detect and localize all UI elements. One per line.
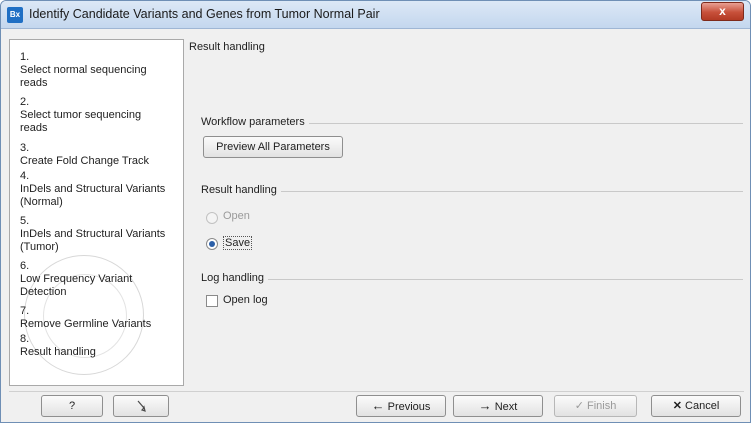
group-label: Workflow parameters xyxy=(201,116,309,128)
x-icon: ✕ xyxy=(672,400,682,412)
step-number: 1. xyxy=(20,51,30,63)
step-item-8-current: 8.Result handling xyxy=(20,333,183,359)
step-number: 3. xyxy=(20,142,30,154)
help-button[interactable]: ? xyxy=(41,395,103,417)
step-item-2: 2.Select tumor sequencing reads xyxy=(20,96,183,135)
step-number: 7. xyxy=(20,305,30,317)
workflow-parameters-group: Workflow parameters Preview All Paramete… xyxy=(201,116,743,173)
app-icon: Bx xyxy=(7,7,23,23)
close-button[interactable]: x xyxy=(701,2,744,21)
step-number: 5. xyxy=(20,215,30,227)
next-label: Next xyxy=(494,401,518,413)
step-label: InDels and Structural Variants (Tumor) xyxy=(20,228,166,253)
step-number: 4. xyxy=(20,170,30,182)
title-bar[interactable]: Bx Identify Candidate Variants and Genes… xyxy=(1,1,750,29)
step-label: Low Frequency Variant Detection xyxy=(20,273,133,298)
finish-button[interactable]: ✓ Finish xyxy=(554,395,637,417)
wizard-dialog: Bx Identify Candidate Variants and Genes… xyxy=(0,0,751,423)
step-number: 8. xyxy=(20,333,30,345)
finish-label: Finish xyxy=(586,400,617,412)
step-label: Create Fold Change Track xyxy=(20,155,150,167)
step-label: Select tumor sequencing reads xyxy=(20,109,142,134)
checkmark-icon: ✓ xyxy=(574,400,584,412)
preview-all-parameters-button[interactable]: Preview All Parameters xyxy=(203,136,343,158)
window-title: Identify Candidate Variants and Genes fr… xyxy=(29,7,380,21)
step-item-7: 7.Remove Germline Variants xyxy=(20,305,183,331)
arrow-left-icon: ← xyxy=(371,398,385,413)
page-title: Result handling xyxy=(189,41,265,53)
save-radio-label: Save xyxy=(223,236,253,250)
log-handling-group: Log handling Open log xyxy=(201,272,743,329)
next-button[interactable]: → Next xyxy=(453,395,543,417)
open-log-checkbox[interactable] xyxy=(206,295,218,307)
arrow-right-icon: → xyxy=(478,398,492,413)
step-label: Remove Germline Variants xyxy=(20,318,152,330)
reset-button[interactable] xyxy=(113,395,169,417)
step-item-3: 3.Create Fold Change Track xyxy=(20,142,183,168)
steps-panel: 1.Select normal sequencing reads 2.Selec… xyxy=(9,39,184,386)
step-item-5: 5.InDels and Structural Variants (Tumor) xyxy=(20,215,183,254)
save-radio[interactable] xyxy=(206,238,218,250)
step-label: Result handling xyxy=(20,346,96,358)
open-radio-label: Open xyxy=(223,210,250,222)
step-number: 6. xyxy=(20,260,30,272)
step-label: InDels and Structural Variants (Normal) xyxy=(20,183,166,208)
cancel-button[interactable]: ✕ Cancel xyxy=(651,395,741,417)
step-label: Select normal sequencing reads xyxy=(20,64,147,89)
footer-divider xyxy=(9,391,744,392)
result-handling-group: Result handling Open Save xyxy=(201,184,743,261)
previous-button[interactable]: ← Previous xyxy=(356,395,446,417)
open-log-label: Open log xyxy=(223,294,268,306)
step-item-6: 6.Low Frequency Variant Detection xyxy=(20,260,183,299)
group-label: Result handling xyxy=(201,184,281,196)
step-content-area: Result handling Workflow parameters Prev… xyxy=(187,39,745,386)
undo-arrow-icon xyxy=(137,400,146,412)
open-radio[interactable] xyxy=(206,212,218,224)
step-item-4: 4.InDels and Structural Variants (Normal… xyxy=(20,170,183,209)
previous-label: Previous xyxy=(387,401,431,413)
step-item-1: 1.Select normal sequencing reads xyxy=(20,51,183,90)
step-number: 2. xyxy=(20,96,30,108)
cancel-label: Cancel xyxy=(685,400,720,412)
group-label: Log handling xyxy=(201,272,269,284)
